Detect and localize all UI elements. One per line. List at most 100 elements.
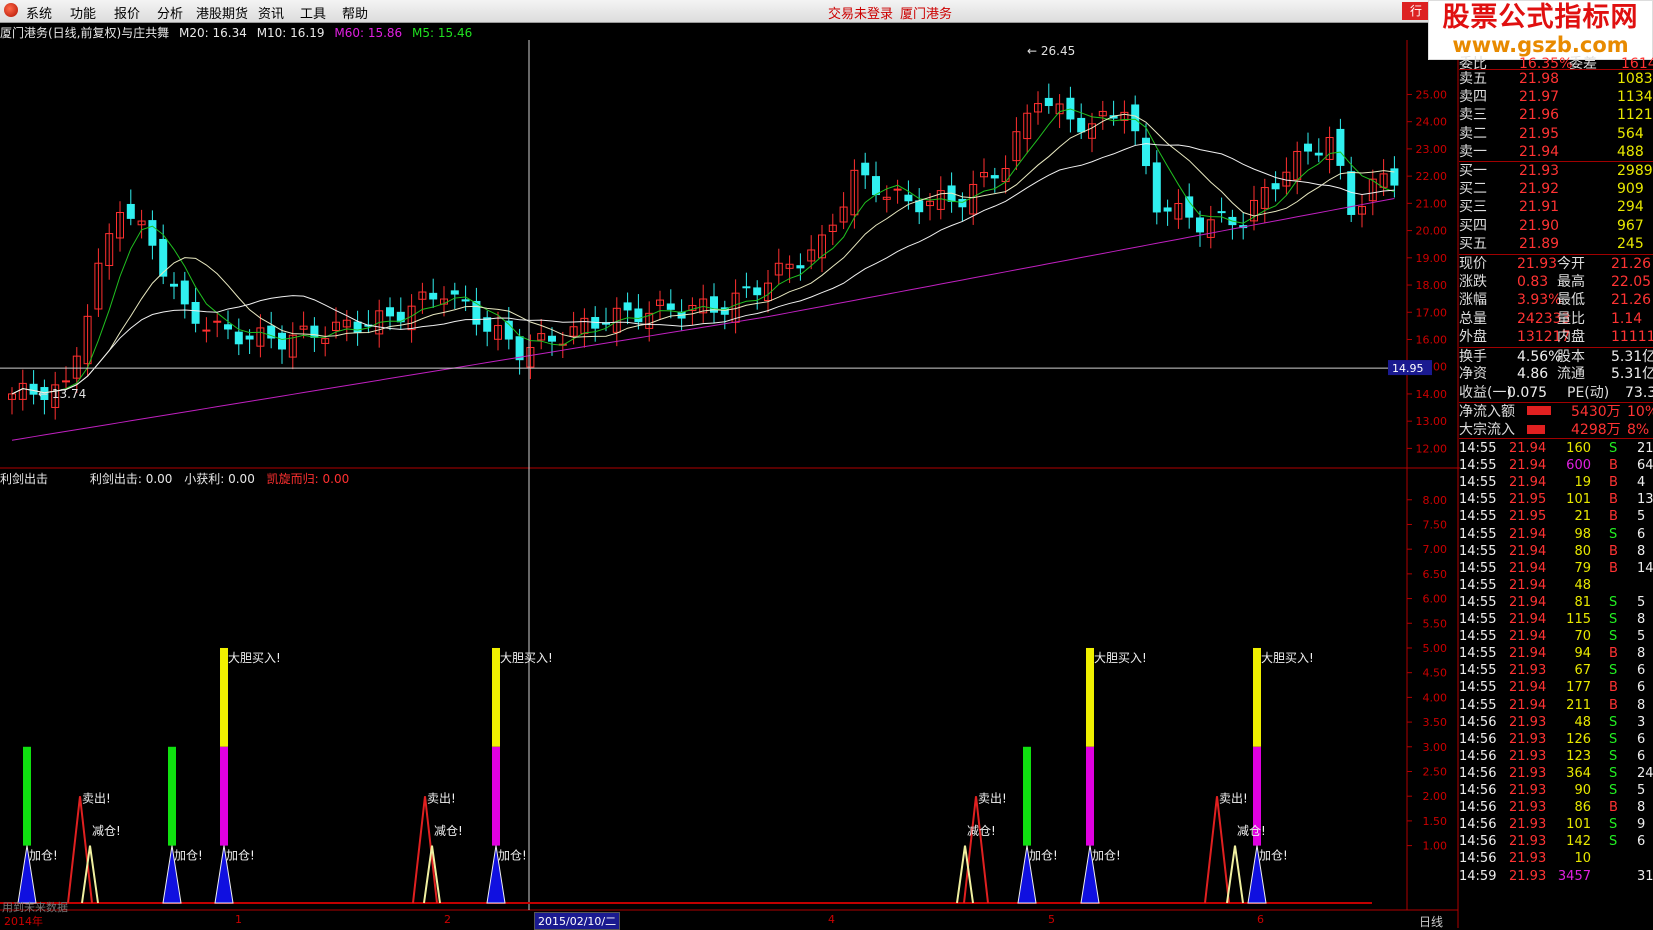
candle-body: [1304, 143, 1312, 152]
ask-row: 卖三 21.96 1121: [1459, 106, 1653, 124]
stat-label: 现价: [1459, 256, 1487, 272]
price-tick-label: 24.00: [1416, 116, 1448, 129]
ask-price: 21.96: [1519, 107, 1560, 123]
tick-direction: S: [1609, 714, 1618, 730]
tick-volume: 160: [1566, 441, 1591, 456]
candle-body: [170, 283, 178, 287]
tick-row: 14:56 21.93 123 S 6: [1459, 748, 1653, 765]
tick-volume: 98: [1574, 526, 1591, 542]
tick-row: 14:55 21.94 80 B 8: [1459, 543, 1653, 560]
indicator-name[interactable]: 利剑出击: [0, 472, 48, 486]
indicator-tick-label: 4.50: [1423, 667, 1448, 680]
stat-label: 外盘: [1459, 329, 1487, 345]
candle-body: [623, 302, 632, 311]
tick-direction: S: [1609, 783, 1618, 798]
kline-chart[interactable]: 25.0024.0023.0022.0021.0020.0019.0018.00…: [0, 0, 1653, 928]
candle-body: [990, 175, 999, 179]
tick-time: 14:55: [1459, 577, 1497, 593]
tick-direction: S: [1609, 441, 1618, 456]
ask-label: 卖一: [1459, 144, 1487, 160]
add-signal-label: 加仓!: [174, 848, 203, 862]
green-signal-bar: [23, 746, 31, 846]
flow-value: 4298万: [1571, 421, 1621, 438]
tick-count: 6: [1637, 834, 1646, 850]
candle-body: [461, 299, 470, 302]
indicator-value-1: 利剑出击: 0.00: [89, 472, 173, 486]
tick-price: 21.94: [1509, 441, 1547, 456]
tick-count: 8: [1637, 543, 1646, 559]
bid-label: 买三: [1459, 199, 1487, 215]
tick-time: 14:55: [1459, 612, 1497, 627]
flow-row: 大宗流入 4298万 8%: [1459, 421, 1653, 439]
tick-price: 21.93: [1509, 783, 1547, 798]
tick-count: 8: [1637, 612, 1646, 627]
tick-volume: 86: [1574, 800, 1591, 816]
indicator-tick-label: 3.50: [1423, 716, 1448, 729]
high-price-label: ← 26.45: [1027, 44, 1075, 58]
stock-title[interactable]: 厦门港务(日线,前复权)与庄共舞: [0, 26, 169, 40]
flow-value: 5430万: [1571, 404, 1621, 420]
x-axis-label: 4: [828, 913, 835, 926]
tick-count: 21: [1637, 441, 1653, 456]
tick-direction: S: [1609, 594, 1618, 610]
ma10-value: M10: 16.19: [256, 26, 325, 40]
tick-time: 14:56: [1459, 800, 1497, 816]
low-price-label: ← 13.74: [38, 387, 86, 401]
indicator-tick-label: 5.00: [1423, 642, 1448, 655]
ma20-line: [11, 143, 1395, 395]
period-label[interactable]: 日线: [1419, 913, 1443, 930]
ask-price: 21.95: [1519, 125, 1560, 142]
stat-label: 换手: [1459, 348, 1487, 365]
tick-volume: 19: [1574, 475, 1591, 491]
tick-row: 14:55 21.95 21 B 5: [1459, 508, 1653, 525]
candle-body: [224, 324, 232, 330]
flow-label: 大宗流入: [1459, 421, 1515, 438]
candle-body: [62, 380, 70, 383]
ma5-line: [11, 108, 1395, 395]
tick-count: 6: [1637, 663, 1646, 679]
tick-time: 14:55: [1459, 509, 1497, 525]
bid-volume: 245: [1617, 236, 1644, 252]
indicator-tick-label: 2.50: [1423, 765, 1448, 778]
tick-count: 64: [1637, 458, 1653, 474]
candle-body: [278, 332, 286, 350]
reduce-signal-peak: [81, 845, 99, 904]
bid-row: 买一 21.93 2989: [1459, 161, 1653, 180]
tick-row: 14:55 21.94 98 S 6: [1459, 526, 1653, 543]
candle-body: [1314, 152, 1323, 156]
indicator-tick-label: 1.00: [1423, 840, 1448, 853]
candle-body: [872, 176, 880, 196]
stat-label-2: 最高: [1557, 273, 1585, 290]
tick-count: 8: [1637, 697, 1646, 713]
bid-volume: 294: [1617, 199, 1644, 215]
price-tick-label: 22.00: [1416, 170, 1448, 183]
candle-body: [245, 335, 254, 340]
tick-count: 8: [1637, 646, 1646, 662]
candle-body: [904, 194, 913, 202]
flow-pct: 10%: [1627, 404, 1653, 420]
stat-value-2: 73.3: [1625, 384, 1653, 401]
tick-direction: S: [1609, 748, 1618, 764]
tick-volume: 600: [1566, 458, 1591, 474]
tick-price: 21.93: [1509, 834, 1547, 850]
tick-time: 14:56: [1459, 817, 1497, 833]
tick-volume: 67: [1574, 663, 1591, 679]
bid-price: 21.93: [1519, 163, 1560, 179]
price-tick-label: 17.00: [1416, 306, 1448, 319]
tick-price: 21.94: [1509, 680, 1547, 696]
tick-time: 14:55: [1459, 492, 1497, 508]
tick-time: 14:55: [1459, 680, 1497, 696]
tick-count: 13: [1637, 492, 1653, 508]
tick-time: 14:55: [1459, 646, 1497, 662]
candle-body: [1163, 207, 1172, 212]
stat-row: 收益(一) 0.075 PE(动) 73.3: [1459, 384, 1653, 402]
stat-value-2: 21.26: [1611, 292, 1652, 308]
tick-count: 5: [1637, 594, 1646, 610]
tick-direction: B: [1609, 492, 1618, 508]
tick-row: 14:55 21.94 81 S 5: [1459, 594, 1653, 611]
tick-count: 5: [1637, 629, 1646, 645]
tick-price: 21.93: [1509, 765, 1547, 781]
tick-volume: 142: [1566, 834, 1591, 850]
tick-volume: 3457: [1557, 868, 1591, 884]
bid-volume: 967: [1617, 217, 1644, 234]
